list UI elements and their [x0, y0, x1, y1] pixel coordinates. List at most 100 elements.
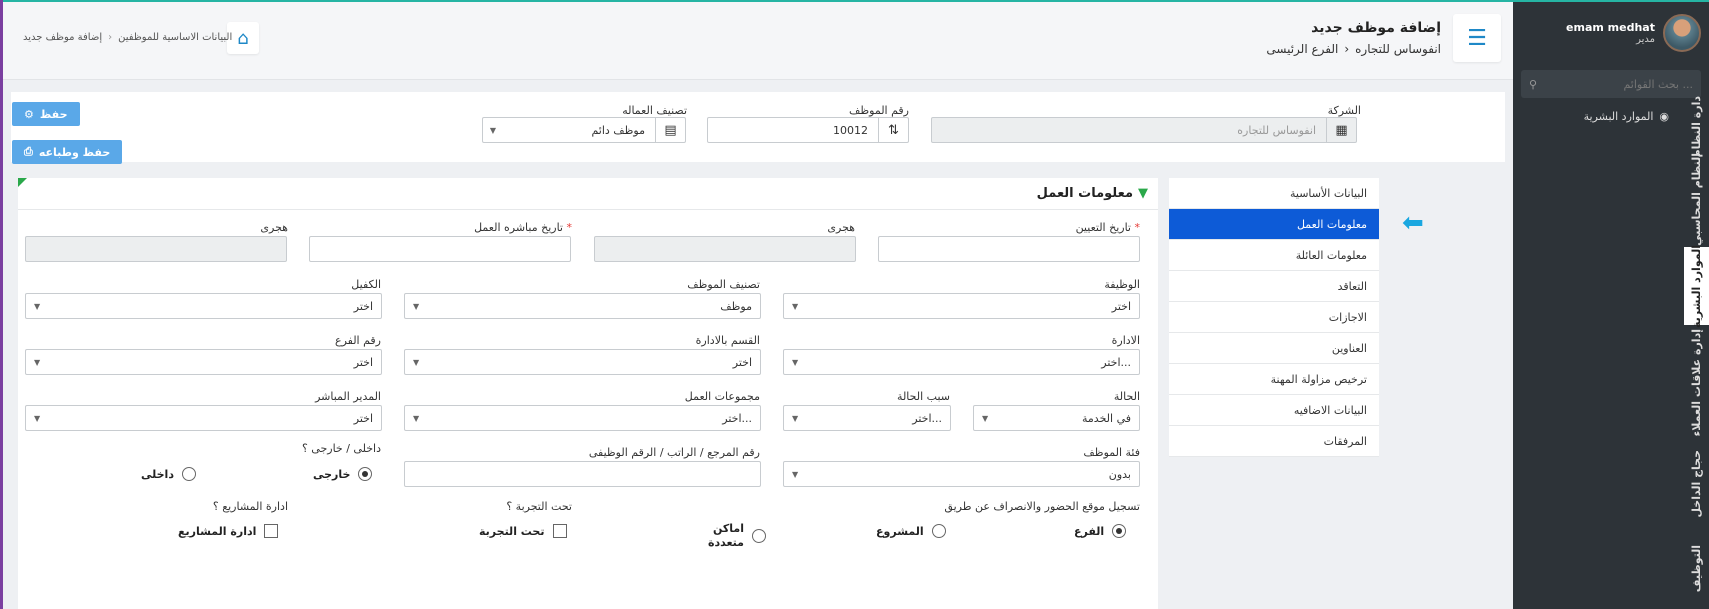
save-button[interactable]: ⚙ حفظ: [12, 102, 80, 126]
radio-att-project[interactable]: المشروع: [876, 524, 946, 538]
sidebar-item-hr[interactable]: الموارد البشرية ◉: [1584, 110, 1669, 123]
employee-class-label: تصنيف الموظف: [687, 278, 760, 291]
projects-label: ادارة المشاريع ؟: [212, 500, 288, 513]
employee-class-select[interactable]: ▼ موظف: [404, 293, 761, 319]
branch-name: الفرع الرئيسى: [1266, 42, 1339, 56]
gear-icon: ⚙: [24, 107, 34, 121]
module-tab-accounting[interactable]: النظام المحاسبي: [1684, 152, 1709, 247]
caret-down-icon: ▼: [413, 413, 420, 423]
dept-section-select[interactable]: ▼ اختر: [404, 349, 761, 375]
caret-down-icon: ▼: [34, 301, 41, 311]
module-tab-crm[interactable]: إدارة علاقات العملاء: [1684, 325, 1709, 440]
projects-checkbox[interactable]: ادارة المشاريع: [178, 524, 279, 538]
search-icon: ⚲: [1529, 77, 1538, 91]
section-title: معلومات العمل ▼: [1036, 186, 1148, 201]
page-title: إضافة موظف جديد: [1311, 20, 1441, 36]
breadcrumb: البيانات الاساسية للموظفين ‹ إضافة موظف …: [23, 32, 232, 43]
chevron-left-icon: ‹: [108, 32, 113, 43]
printer-icon: ⎙: [24, 145, 33, 158]
direct-manager-label: المدير المباشر: [315, 390, 381, 403]
radio-att-multi[interactable]: اماكن متعددة: [702, 522, 766, 550]
left-accent-bar: [0, 0, 3, 609]
tab-contract[interactable]: التعاقد: [1169, 271, 1379, 302]
tab-attachments[interactable]: المرفقات: [1169, 426, 1379, 457]
caret-down-icon: ▼: [413, 301, 420, 311]
job-label: الوظيفة: [1104, 278, 1140, 291]
employee-tabs: البيانات الأساسية معلومات العمل معلومات …: [1169, 178, 1379, 457]
branch-no-select[interactable]: ▼ اختر: [25, 349, 382, 375]
employee-no-field[interactable]: ⇅ 10012: [707, 117, 909, 143]
user-profile[interactable]: emam medhat مدير: [1566, 14, 1701, 52]
radio-att-branch[interactable]: الفرع: [1074, 524, 1127, 538]
caret-down-icon: ▼: [792, 357, 799, 367]
sponsor-select[interactable]: ▼ اختر: [25, 293, 382, 319]
direct-manager-select[interactable]: ▼ اختر: [25, 405, 382, 431]
filter-icon: ▼: [1138, 186, 1148, 201]
internal-external-label: داخلى / خارجى ؟: [301, 442, 381, 455]
company-field[interactable]: ▦ انفوساس للتجاره: [931, 117, 1357, 143]
hire-date-hijri-input: [594, 236, 856, 262]
menu-search-input[interactable]: [1537, 77, 1693, 91]
tab-extra-data[interactable]: البيانات الاضافيه: [1169, 395, 1379, 426]
corner-marker: [18, 178, 27, 187]
sponsor-label: الكفيل: [351, 278, 381, 291]
department-label: الادارة: [1111, 334, 1140, 347]
status-label: الحالة: [1113, 390, 1140, 403]
hijri-label: هجرى: [827, 221, 855, 234]
caret-down-icon: ▼: [792, 301, 799, 311]
page-header: ☰ إضافة موظف جديد انفوساس للتجاره ‹ الفر…: [3, 2, 1513, 80]
user-name: emam medhat: [1566, 21, 1655, 34]
tab-license[interactable]: ترخيص مزاولة المهنة: [1169, 364, 1379, 395]
building-icon: ▦: [1326, 118, 1356, 142]
menu-search[interactable]: ⚲: [1521, 70, 1701, 98]
company-branch-path: انفوساس للتجاره ‹ الفرع الرئيسى: [1266, 42, 1441, 56]
status-reason-select[interactable]: ▼ اختر...: [783, 405, 951, 431]
dept-section-label: القسم بالادارة: [695, 334, 760, 347]
hijri-label-2: هجرى: [260, 221, 288, 234]
module-tab-system[interactable]: دارة النظام: [1684, 96, 1709, 157]
radio-external[interactable]: خارجى: [313, 467, 373, 481]
status-reason-label: سبب الحالة: [897, 390, 950, 403]
breadcrumb-item[interactable]: البيانات الاساسية للموظفين: [118, 32, 232, 43]
tab-leaves[interactable]: الاجازات: [1169, 302, 1379, 333]
tab-family-info[interactable]: معلومات العائلة: [1169, 240, 1379, 271]
reference-no-input[interactable]: [404, 461, 761, 487]
module-tab-hr[interactable]: الموارد البشرية: [1684, 245, 1709, 328]
status-select[interactable]: ▼ في الخدمة: [973, 405, 1140, 431]
attendance-label: تسجيل موقع الحضور والانصراف عن طريق: [944, 500, 1140, 513]
main-area: ☰ إضافة موظف جديد انفوساس للتجاره ‹ الفر…: [3, 2, 1513, 609]
branch-no-label: رقم الفرع: [335, 334, 381, 347]
arrow-left-icon: ⬅: [1402, 208, 1424, 238]
employee-category-select[interactable]: ▼ بدون: [783, 461, 1140, 487]
user-role: مدير: [1636, 34, 1655, 45]
sort-icon: ⇅: [878, 118, 908, 142]
labor-class-label: تصنيف العماله: [622, 104, 687, 117]
caret-down-icon: ▼: [982, 413, 989, 423]
module-tab-hajj[interactable]: حجاج الداخل: [1684, 440, 1709, 528]
reference-no-label: رقم المرجع / الراتب / الرقم الوظيفى: [588, 446, 760, 459]
save-print-button[interactable]: ⎙ حفظ وطباعه: [12, 140, 123, 164]
hire-date-input[interactable]: [878, 236, 1140, 262]
list-icon: ▤: [655, 118, 685, 142]
list-menu-icon[interactable]: ☰: [1453, 14, 1501, 62]
probation-checkbox[interactable]: تحت التجربة: [479, 524, 567, 538]
avatar: [1663, 14, 1701, 52]
labor-class-select[interactable]: ▤ موظف دائم ▼: [482, 117, 686, 143]
chevron-left-icon: ‹: [1344, 42, 1350, 56]
department-select[interactable]: ▼ اختر...: [783, 349, 1140, 375]
start-date-input[interactable]: [309, 236, 571, 262]
caret-down-icon: ▼: [34, 357, 41, 367]
job-select[interactable]: ▼ اختر: [783, 293, 1140, 319]
tab-basic-data[interactable]: البيانات الأساسية: [1169, 178, 1379, 209]
sidebar: emam medhat مدير ⚲ الموارد البشرية ◉ دار…: [1513, 2, 1709, 609]
hire-date-label: تاريخ التعيين *: [1075, 221, 1140, 234]
radio-internal[interactable]: داخلى: [141, 467, 196, 481]
employee-category-label: فئة الموظف: [1083, 446, 1140, 459]
company-name: انفوساس للتجاره: [1355, 42, 1441, 56]
module-tab-recruitment[interactable]: التوظيف: [1684, 528, 1709, 609]
work-groups-select[interactable]: ▼ اختر...: [404, 405, 761, 431]
tab-work-info[interactable]: معلومات العمل: [1169, 209, 1379, 240]
start-date-label: تاريخ مباشره العمل *: [474, 221, 572, 234]
tab-addresses[interactable]: العناوين: [1169, 333, 1379, 364]
caret-down-icon: ▼: [413, 357, 420, 367]
